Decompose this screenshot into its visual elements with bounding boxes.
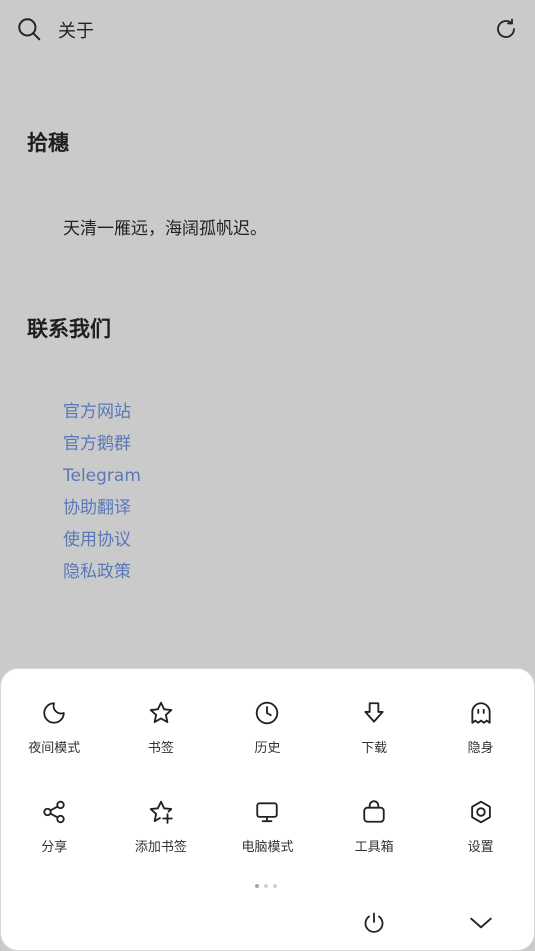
menu-item-label: 分享 (41, 840, 68, 855)
menu-item-label: 工具箱 (354, 840, 394, 855)
chevron-down-icon (470, 917, 492, 929)
menu-item-history[interactable]: 历史 (214, 699, 321, 798)
monitor-icon (256, 802, 279, 823)
menu-item-label: 下载 (361, 741, 388, 756)
page-title: 关于 (58, 21, 94, 42)
star-plus-icon (149, 800, 173, 824)
link-official-site[interactable]: 官方网站 (63, 398, 141, 430)
menu-item-label: 添加书签 (134, 840, 187, 855)
top-bar: 关于 (0, 0, 535, 56)
clock-icon (256, 701, 279, 725)
search-button[interactable] (14, 14, 44, 44)
contact-links: 官方网站 官方鹅群 Telegram 协助翻译 使用协议 隐私政策 (63, 398, 141, 590)
refresh-button[interactable] (491, 14, 521, 44)
toolbox-icon (363, 800, 385, 823)
section-title-shisui: 拾穗 (27, 131, 69, 155)
link-telegram[interactable]: Telegram (63, 462, 141, 494)
section-title-contact: 联系我们 (27, 317, 111, 341)
poem-text: 天清一雁远，海阔孤帆迟。 (63, 219, 267, 239)
ghost-icon (471, 702, 491, 724)
refresh-icon (497, 18, 515, 38)
menu-item-add-bookmark[interactable]: 添加书签 (108, 798, 215, 897)
menu-item-settings[interactable]: 设置 (427, 798, 534, 897)
power-icon (364, 912, 384, 933)
page-dot (264, 884, 268, 888)
menu-item-incognito[interactable]: 隐身 (427, 699, 534, 798)
menu-item-label: 电脑模式 (241, 840, 294, 855)
menu-item-toolbox[interactable]: 工具箱 (321, 798, 428, 897)
link-privacy[interactable]: 隐私政策 (63, 558, 141, 590)
settings-icon (470, 800, 491, 824)
link-official-group[interactable]: 官方鹅群 (63, 430, 141, 462)
menu-item-desktop-mode[interactable]: 电脑模式 (214, 798, 321, 897)
menu-item-label: 历史 (254, 741, 281, 756)
bottom-menu-sheet: 夜间模式 书签 历史 下载 隐身 分享 添加书签 电脑模式 工具箱 设置 (0, 668, 535, 951)
menu-item-night-mode[interactable]: 夜间模式 (1, 699, 108, 798)
exit-button[interactable] (360, 909, 388, 937)
search-icon (18, 18, 41, 41)
menu-item-label: 夜间模式 (28, 741, 81, 756)
page-dot (273, 884, 277, 888)
link-terms[interactable]: 使用协议 (63, 526, 141, 558)
link-translate[interactable]: 协助翻译 (63, 494, 141, 526)
moon-icon (43, 702, 65, 724)
menu-item-label: 隐身 (467, 741, 494, 756)
page-dot-active (255, 884, 259, 888)
menu-item-bookmarks[interactable]: 书签 (108, 699, 215, 798)
collapse-menu-button[interactable] (467, 909, 495, 937)
menu-grid: 夜间模式 书签 历史 下载 隐身 分享 添加书签 电脑模式 工具箱 设置 (1, 699, 534, 897)
menu-item-download[interactable]: 下载 (321, 699, 428, 798)
menu-item-label: 书签 (147, 741, 174, 756)
download-icon (364, 702, 384, 723)
menu-item-share[interactable]: 分享 (1, 798, 108, 897)
menu-item-label: 设置 (467, 840, 494, 855)
page-indicator (255, 884, 277, 888)
share-icon (43, 800, 65, 824)
star-icon (149, 701, 173, 724)
